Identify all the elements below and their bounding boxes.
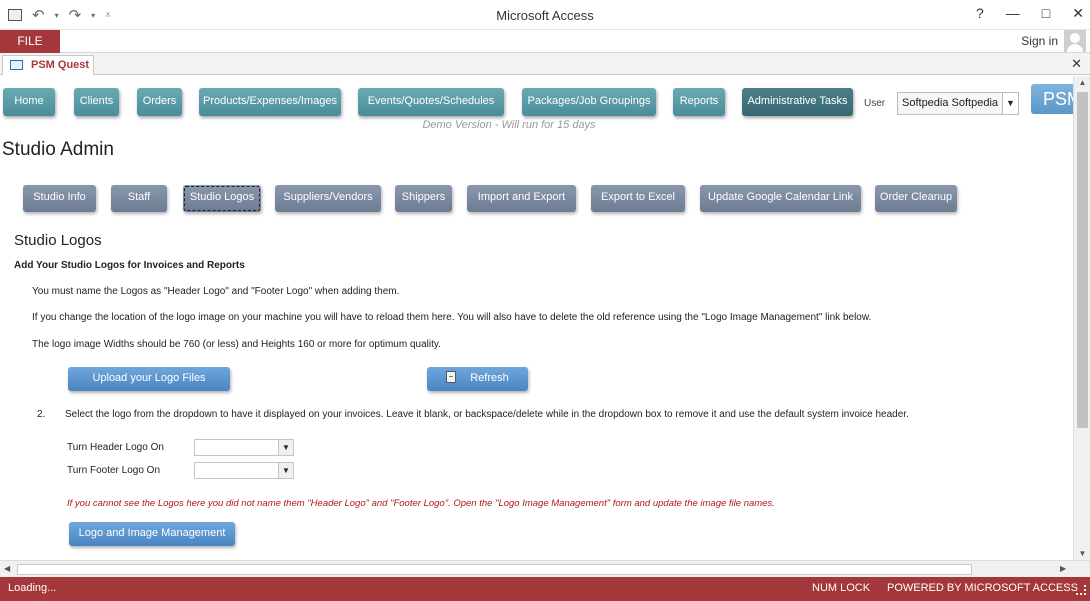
instruction-dimensions: The logo image Widths should be 760 (or … [32,339,441,350]
refresh-icon [446,371,457,383]
step-number: 2. [37,409,46,420]
footer-logo-label: Turn Footer Logo On [67,465,161,476]
step-instructions: Select the logo from the dropdown to hav… [65,409,909,420]
horizontal-scrollbar[interactable]: ◀ ▶ [0,560,1090,577]
tab-google-calendar[interactable]: Update Google Calendar Link [700,185,861,212]
instruction-naming: You must name the Logos as "Header Logo"… [32,286,400,297]
resize-grip-icon[interactable] [1076,585,1086,595]
minimize-icon[interactable]: — [1006,5,1020,22]
horizontal-scroll-thumb[interactable] [17,564,972,575]
section-title: Studio Logos [14,232,102,249]
close-document-icon[interactable]: ✕ [1071,56,1082,72]
scroll-right-icon[interactable]: ▶ [1060,564,1066,573]
tab-export-excel[interactable]: Export to Excel [591,185,685,212]
scroll-up-icon[interactable]: ▲ [1074,78,1090,87]
upload-logo-files-button[interactable]: Upload your Logo Files [68,367,230,391]
vertical-scrollbar[interactable]: ▲ ▼ [1073,76,1090,560]
status-bar: Loading... NUM LOCK POWERED BY MICROSOFT… [0,577,1090,601]
section-subtitle: Add Your Studio Logos for Invoices and R… [14,260,245,271]
nav-admin-tasks-button[interactable]: Administrative Tasks [742,88,853,116]
refresh-label: Refresh [470,372,509,384]
ribbon: FILE Sign in [0,30,1090,53]
header-logo-combo[interactable]: ▼ [194,439,294,456]
user-avatar-icon[interactable] [1064,30,1086,52]
tab-studio-logos[interactable]: Studio Logos [183,185,261,212]
warning-message: If you cannot see the Logos here you did… [67,498,775,509]
title-bar: ↶ ▾ ↷ ▾ ⩡ Microsoft Access ? — □ ✕ [0,0,1090,30]
powered-by-label: POWERED BY MICROSOFT ACCESS [887,582,1078,594]
maximize-icon[interactable]: □ [1042,5,1050,22]
studio-admin-form: Home Clients Orders Products/Expenses/Im… [0,76,1073,560]
vertical-scroll-thumb[interactable] [1077,92,1088,428]
demo-notice: Demo Version - Will run for 15 days [422,119,596,131]
close-icon[interactable]: ✕ [1072,5,1084,22]
user-label: User [864,98,886,109]
nav-reports-button[interactable]: Reports [673,88,725,116]
window-controls: ? — □ ✕ [976,5,1084,22]
instruction-location: If you change the location of the logo i… [32,312,872,323]
refresh-button[interactable]: Refresh [427,367,528,391]
nav-products-button[interactable]: Products/Expenses/Images [199,88,341,116]
user-select-value: Softpedia Softpedia [902,97,999,109]
num-lock-indicator: NUM LOCK [812,582,871,594]
nav-home-button[interactable]: Home [3,88,55,116]
nav-orders-button[interactable]: Orders [137,88,182,116]
form-icon [10,60,23,70]
tab-shippers[interactable]: Shippers [395,185,452,212]
page-title: Studio Admin [2,139,114,160]
document-tab-bar: PSM Quest ✕ [0,53,1090,75]
psm-button[interactable]: PSM [1031,84,1073,114]
nav-packages-button[interactable]: Packages/Job Groupings [522,88,656,116]
chevron-down-icon[interactable]: ▼ [1002,93,1018,114]
scroll-down-icon[interactable]: ▼ [1074,549,1090,558]
sign-in-link[interactable]: Sign in [1021,34,1058,48]
tab-order-cleanup[interactable]: Order Cleanup [875,185,957,212]
scroll-left-icon[interactable]: ◀ [4,564,10,573]
nav-events-button[interactable]: Events/Quotes/Schedules [358,88,504,116]
tab-label: PSM Quest [31,59,90,71]
help-icon[interactable]: ? [976,5,984,22]
nav-clients-button[interactable]: Clients [74,88,119,116]
tab-staff[interactable]: Staff [111,185,167,212]
chevron-down-icon[interactable]: ▼ [278,463,293,478]
header-logo-label: Turn Header Logo On [67,442,164,453]
tab-import-export[interactable]: Import and Export [467,185,576,212]
footer-logo-combo[interactable]: ▼ [194,462,294,479]
file-tab[interactable]: FILE [0,30,60,53]
window-title: Microsoft Access [496,8,594,23]
tab-suppliers-vendors[interactable]: Suppliers/Vendors [275,185,381,212]
user-select[interactable]: Softpedia Softpedia ▼ [897,92,1019,115]
chevron-down-icon[interactable]: ▼ [278,440,293,455]
tab-psm-quest[interactable]: PSM Quest [2,55,94,75]
tab-studio-info[interactable]: Studio Info [23,185,96,212]
logo-image-management-button[interactable]: Logo and Image Management [69,522,235,546]
status-text: Loading... [8,582,57,594]
